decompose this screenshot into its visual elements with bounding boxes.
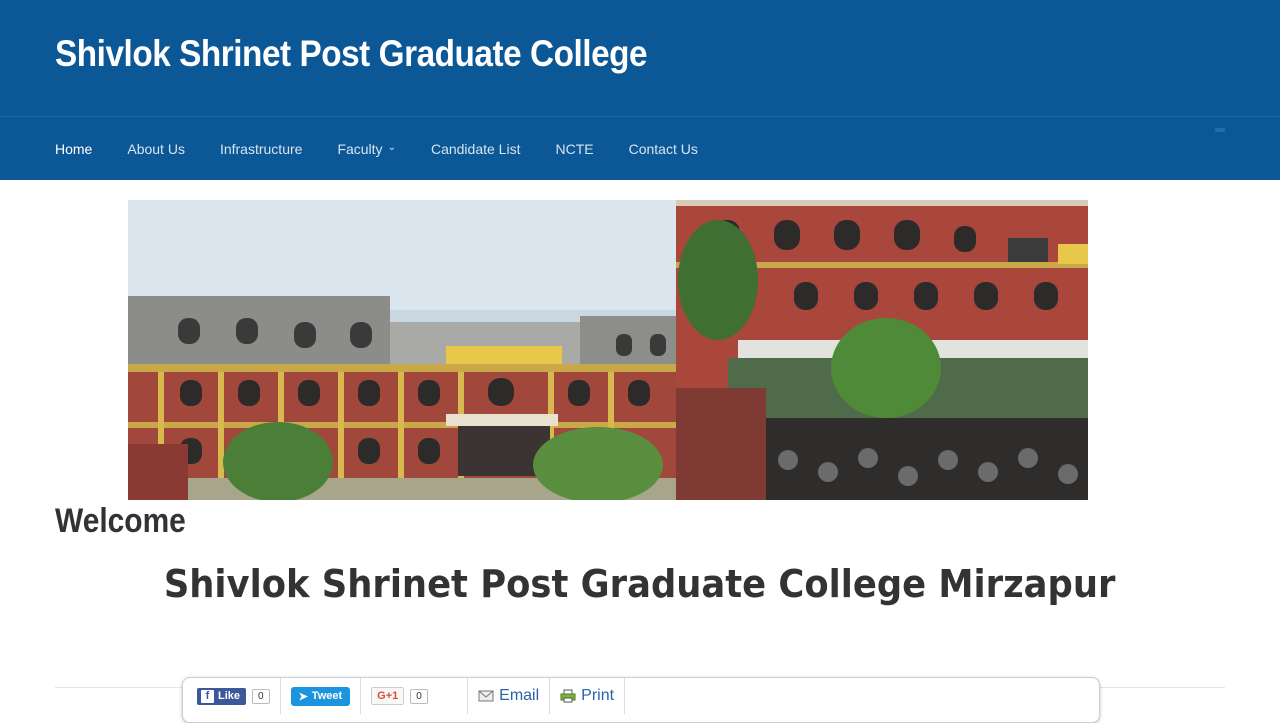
nav-item-candidate-list[interactable]: Candidate List <box>431 141 521 157</box>
nav-item-faculty[interactable]: Faculty ⌄ <box>337 141 396 157</box>
welcome-heading: Welcome <box>55 502 186 540</box>
gplus-cell: G+1 0 <box>361 678 469 714</box>
tweet-cell: ➤ Tweet <box>281 678 362 714</box>
facebook-like-cell: f Like 0 <box>183 678 281 714</box>
facebook-like-button[interactable]: f Like <box>197 687 247 705</box>
share-bar: f Like 0 ➤ Tweet G+1 0 Email Print <box>182 677 1100 723</box>
nav-item-faculty-label: Faculty <box>337 140 383 157</box>
gplus-count: 0 <box>410 688 428 704</box>
facebook-like-label: Like <box>218 690 241 702</box>
tweet-label: Tweet <box>311 690 343 702</box>
facebook-like-count: 0 <box>252 688 270 704</box>
site-title[interactable]: Shivlok Shrinet Post Graduate College <box>55 30 648 78</box>
email-label: Email <box>499 687 540 704</box>
print-label: Print <box>581 687 615 704</box>
site-header: Shivlok Shrinet Post Graduate College Ho… <box>0 0 1280 180</box>
college-name-text: Shivlok Shrinet Post Graduate College Mi… <box>164 562 1116 606</box>
twitter-bird-icon: ➤ <box>298 690 308 703</box>
email-icon <box>478 689 494 703</box>
search-toggle-icon[interactable] <box>1215 128 1225 132</box>
college-name-heading: Shivlok Shrinet Post Graduate College Mi… <box>0 558 1280 610</box>
banner-image <box>128 200 1088 500</box>
email-cell: Email <box>468 678 551 714</box>
printer-icon <box>560 689 576 703</box>
tweet-button[interactable]: ➤ Tweet <box>290 686 351 706</box>
print-link[interactable]: Print <box>560 687 614 705</box>
main-nav: Home About Us Infrastructure Faculty ⌄ Ca… <box>55 117 733 180</box>
nav-item-ncte[interactable]: NCTE <box>555 141 593 157</box>
print-cell: Print <box>550 678 626 714</box>
nav-item-home[interactable]: Home <box>55 141 92 157</box>
email-share-link[interactable]: Email <box>478 687 539 705</box>
nav-item-about-us[interactable]: About Us <box>127 141 185 157</box>
facebook-icon: f <box>201 689 214 703</box>
gplus-button[interactable]: G+1 <box>371 687 405 705</box>
nav-item-infrastructure[interactable]: Infrastructure <box>220 141 302 157</box>
chevron-down-icon: ⌄ <box>387 142 396 153</box>
nav-item-contact-us[interactable]: Contact Us <box>629 141 698 157</box>
